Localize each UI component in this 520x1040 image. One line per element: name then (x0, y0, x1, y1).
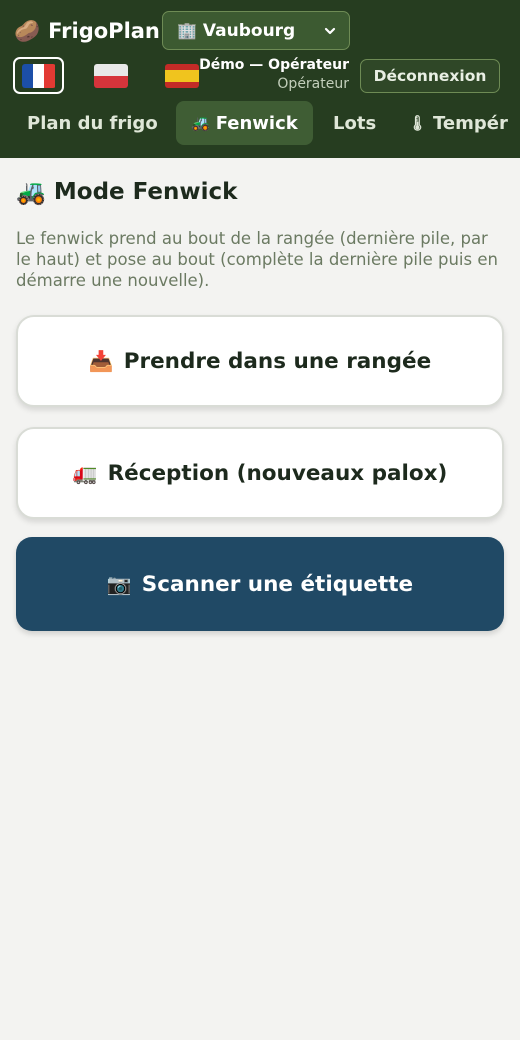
thermometer-icon: 🌡 (408, 114, 428, 132)
language-fr-button[interactable] (13, 57, 64, 94)
brand: 🥔 FrigoPlan (14, 16, 160, 46)
top-header: 🥔 FrigoPlan 🏢 Vaubourg Démo — Opérateur … (0, 0, 520, 158)
flag-es-icon (164, 63, 199, 88)
truck-icon: 🚛 (72, 461, 98, 485)
tractor-icon: 🚜 (191, 114, 210, 132)
user-name: Démo — Opérateur (199, 57, 349, 73)
tab-temperature[interactable]: 🌡 Tempér (396, 101, 520, 145)
take-from-row-label: Prendre dans une rangée (123, 348, 432, 374)
user-info: Démo — Opérateur Opérateur (199, 56, 349, 94)
scan-label-button[interactable]: 📷 Scanner une étiquette (16, 537, 504, 631)
tab-label: Tempér (433, 112, 508, 134)
camera-icon: 📷 (106, 572, 132, 596)
tab-label: Lots (333, 112, 377, 134)
tab-lots[interactable]: Lots (321, 101, 388, 145)
logout-button[interactable]: Déconnexion (360, 59, 500, 93)
language-pl-button[interactable] (85, 57, 136, 94)
reception-label: Réception (nouveaux palox) (107, 460, 448, 486)
tab-fenwick[interactable]: 🚜 Fenwick (176, 101, 313, 145)
site-select[interactable]: 🏢 Vaubourg (162, 11, 350, 50)
chevron-down-icon (324, 27, 336, 35)
user-role: Opérateur (277, 76, 349, 92)
scan-label-text: Scanner une étiquette (141, 571, 414, 597)
site-select-value: Vaubourg (202, 20, 296, 41)
reception-button[interactable]: 🚛 Réception (nouveaux palox) (16, 427, 504, 519)
inbox-tray-icon: 📥 (88, 349, 114, 373)
tractor-icon: 🚜 (16, 178, 46, 206)
take-from-row-button[interactable]: 📥 Prendre dans une rangée (16, 315, 504, 407)
app-name: FrigoPlan (48, 19, 160, 43)
page-title: 🚜 Mode Fenwick (16, 178, 237, 206)
flag-pl-icon (93, 63, 128, 88)
language-switcher (13, 57, 227, 94)
tab-plan-du-frigo[interactable]: Plan du frigo (15, 101, 170, 145)
main-nav: Plan du frigo 🚜 Fenwick Lots 🌡 Tempér (0, 101, 520, 145)
potato-logo-icon: 🥔 (14, 18, 41, 43)
tab-label: Fenwick (215, 112, 298, 134)
tab-label: Plan du frigo (27, 112, 158, 134)
building-icon: 🏢 (177, 21, 197, 40)
page-description: Le fenwick prend au bout de la rangée (d… (16, 229, 498, 290)
flag-fr-icon (21, 63, 56, 88)
page-title-text: Mode Fenwick (53, 179, 238, 205)
